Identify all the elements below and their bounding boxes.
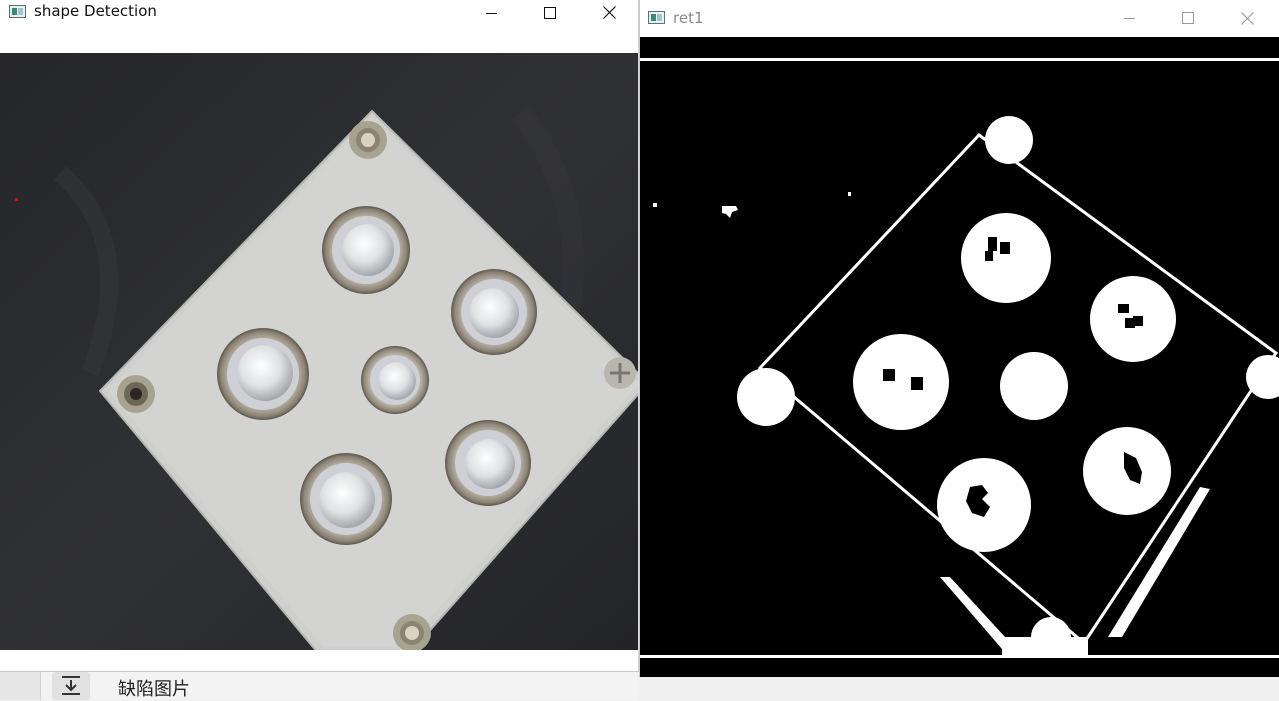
- ret1-window[interactable]: ret1: [639, 0, 1279, 677]
- download-button[interactable]: [52, 672, 90, 700]
- close-icon: [602, 6, 616, 19]
- background-app-strip: 缺陷图片: [0, 672, 638, 700]
- enclosure-photo: [0, 53, 638, 650]
- maximize-button[interactable]: [1159, 0, 1217, 36]
- window-titlebar[interactable]: ret1: [640, 0, 1279, 37]
- blob-center: [1000, 352, 1068, 420]
- maximize-icon: [1182, 12, 1194, 24]
- opencv-window-icon: [648, 11, 665, 24]
- push-button-upper-right: [451, 269, 537, 355]
- push-button-top: [322, 206, 410, 294]
- binary-threshold-image: [640, 37, 1279, 677]
- image-viewport[interactable]: [0, 53, 638, 650]
- push-button-center: [361, 346, 429, 414]
- minimize-icon: [1124, 18, 1135, 19]
- window-titlebar[interactable]: shape Detection: [0, 0, 638, 53]
- shape-detection-window[interactable]: shape Detection: [0, 0, 639, 672]
- blob-left: [853, 334, 949, 430]
- close-button[interactable]: [1218, 0, 1276, 36]
- maximize-button[interactable]: [521, 0, 579, 25]
- minimize-button[interactable]: [463, 0, 521, 25]
- window-title: ret1: [673, 9, 704, 27]
- red-marker: [15, 198, 18, 201]
- download-icon: [62, 676, 80, 695]
- maximize-icon: [544, 6, 556, 19]
- minimize-icon: [486, 12, 497, 14]
- opencv-window-icon: [9, 5, 26, 18]
- defect-image-label: 缺陷图片: [118, 679, 190, 700]
- image-viewport[interactable]: [640, 37, 1279, 677]
- push-button-lower-right: [445, 420, 531, 506]
- close-icon: [1240, 11, 1254, 25]
- minimize-button[interactable]: [1101, 0, 1159, 36]
- blob-top: [961, 213, 1051, 303]
- push-button-left: [217, 328, 309, 420]
- push-button-bottom: [300, 453, 392, 545]
- window-title: shape Detection: [34, 2, 157, 20]
- background-app-edge: [0, 672, 41, 700]
- close-button[interactable]: [580, 0, 638, 25]
